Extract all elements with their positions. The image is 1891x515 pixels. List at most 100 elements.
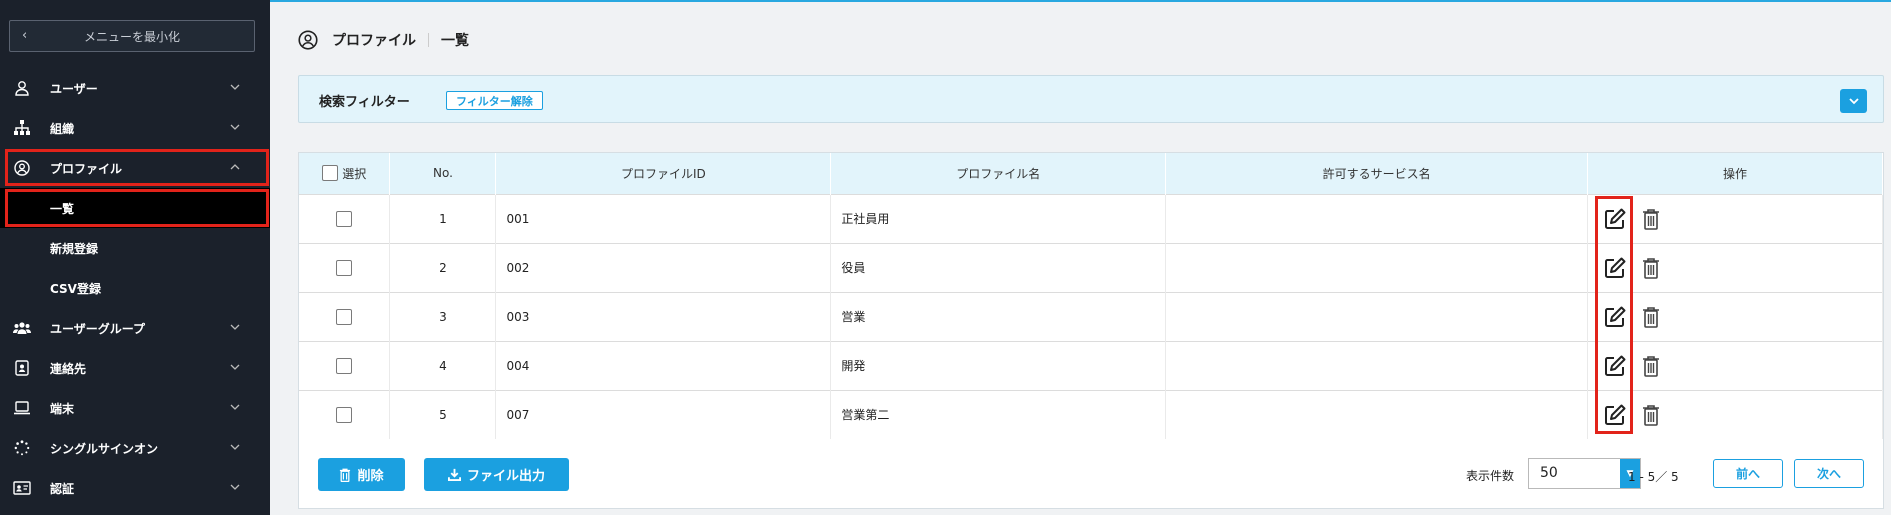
row-checkbox[interactable] [336,259,353,276]
header-select-label: 選択 [342,166,367,181]
row-services [1165,340,1589,390]
row-profile-name: 営業第二 [830,389,1167,439]
user-icon [13,79,31,97]
sidebar-subitem-csv[interactable]: CSV登録 [0,268,270,308]
page-size-value: 50 [1540,465,1558,481]
row-checkbox[interactable] [336,406,353,423]
chevron-up-icon [230,164,240,170]
trash-icon[interactable] [1638,206,1664,232]
filter-toggle-button[interactable] [1840,89,1867,113]
delete-button-label: 削除 [357,469,384,484]
row-checkbox[interactable] [336,210,353,227]
table-footer: 削除 ファイル出力 表示件数 50 ▼ 1 - 5／ 5 前へ 次へ [299,458,1883,508]
row-no: 2 [389,242,497,292]
chevron-down-icon [230,124,240,130]
edit-icon[interactable] [1602,353,1628,379]
row-checkbox[interactable] [336,357,353,374]
table-row: 3 003 営業 [299,291,1883,341]
row-no: 1 [389,193,497,243]
row-profile-id: 003 [495,291,832,341]
trash-icon[interactable] [1638,255,1664,281]
download-icon [447,468,461,481]
row-no: 3 [389,291,497,341]
trash-icon[interactable] [1638,402,1664,428]
row-profile-name: 正社員用 [830,193,1167,243]
sso-icon [13,439,31,457]
pagination-range: 1 - 5／ 5 [1628,470,1679,484]
breadcrumb-divider [428,33,429,47]
laptop-icon [13,399,31,417]
users-icon [13,319,31,337]
table-row: 5 007 営業第二 [299,389,1883,439]
row-profile-name: 役員 [830,242,1167,292]
sidebar: ‹ メニューを最小化 ユーザー 組織 プロファイル 一覧 新規登録 CSV登録 [0,0,270,515]
row-services [1165,389,1589,439]
sidebar-item-label: ユーザーグループ [50,321,146,336]
sidebar-item-contacts[interactable]: 連絡先 [0,348,270,388]
sidebar-subitem-label: 新規登録 [50,241,99,256]
breadcrumb: プロファイル 一覧 [298,28,469,52]
chevron-down-icon [230,484,240,490]
sidebar-subitem-list[interactable]: 一覧 [0,188,270,228]
chevron-down-icon [1848,98,1859,105]
row-services [1165,242,1589,292]
sidebar-item-label: プロファイル [50,161,123,176]
row-profile-name: 開発 [830,340,1167,390]
row-checkbox[interactable] [336,308,353,325]
header-profile-id[interactable]: プロファイルID [495,153,832,194]
profile-icon [13,159,31,177]
sidebar-item-sso[interactable]: シングルサインオン [0,428,270,468]
row-profile-id: 002 [495,242,832,292]
filter-title: 検索フィルター [319,95,410,110]
sidebar-subitem-label: 一覧 [50,201,75,216]
sidebar-item-user-groups[interactable]: ユーザーグループ [0,308,270,348]
edit-icon[interactable] [1602,206,1628,232]
sidebar-item-label: 認証 [50,481,75,496]
page-size-select[interactable]: 50 ▼ [1528,458,1641,489]
id-card-icon [13,479,31,497]
trash-icon [340,468,351,482]
edit-icon[interactable] [1602,255,1628,281]
row-profile-id: 007 [495,389,832,439]
sidebar-item-profile[interactable]: プロファイル [0,148,270,188]
chevron-down-icon [230,84,240,90]
sidebar-item-organization[interactable]: 組織 [0,108,270,148]
row-services [1165,193,1589,243]
sidebar-item-users[interactable]: ユーザー [0,68,270,108]
header-no[interactable]: No. [389,153,497,194]
profile-table-panel: 選択 No. プロファイルID プロファイル名 許可するサービス名 操作 1 0… [298,152,1884,509]
page-size-label: 表示件数 [1466,469,1515,483]
header-profile-name[interactable]: プロファイル名 [830,153,1167,194]
sidebar-item-label: 組織 [50,121,75,136]
row-services [1165,291,1589,341]
export-file-button[interactable]: ファイル出力 [424,458,569,491]
minimize-menu-button[interactable]: ‹ メニューを最小化 [9,20,255,52]
header-ops: 操作 [1587,153,1883,194]
header-services: 許可するサービス名 [1165,153,1589,194]
row-profile-id: 004 [495,340,832,390]
row-profile-name: 営業 [830,291,1167,341]
chevron-down-icon [230,324,240,330]
next-page-button[interactable]: 次へ [1794,459,1864,488]
sidebar-item-devices[interactable]: 端末 [0,388,270,428]
profile-icon [298,30,318,50]
edit-icon[interactable] [1602,402,1628,428]
trash-icon[interactable] [1638,304,1664,330]
sidebar-item-auth[interactable]: 認証 [0,468,270,508]
page-title: 一覧 [441,33,469,49]
sidebar-item-label: シングルサインオン [50,441,159,456]
select-all-checkbox[interactable] [322,165,339,182]
table-row: 1 001 正社員用 [299,193,1883,243]
table-row: 2 002 役員 [299,242,1883,292]
clear-filter-button[interactable]: フィルター解除 [446,91,543,110]
prev-page-button[interactable]: 前へ [1713,459,1783,488]
row-no: 5 [389,389,497,439]
delete-button[interactable]: 削除 [318,458,405,491]
minimize-menu-label: メニューを最小化 [83,29,180,44]
sidebar-subitem-new[interactable]: 新規登録 [0,228,270,268]
breadcrumb-section[interactable]: プロファイル [332,30,416,50]
sidebar-item-label: ユーザー [50,81,98,96]
row-profile-id: 001 [495,193,832,243]
edit-icon[interactable] [1602,304,1628,330]
trash-icon[interactable] [1638,353,1664,379]
